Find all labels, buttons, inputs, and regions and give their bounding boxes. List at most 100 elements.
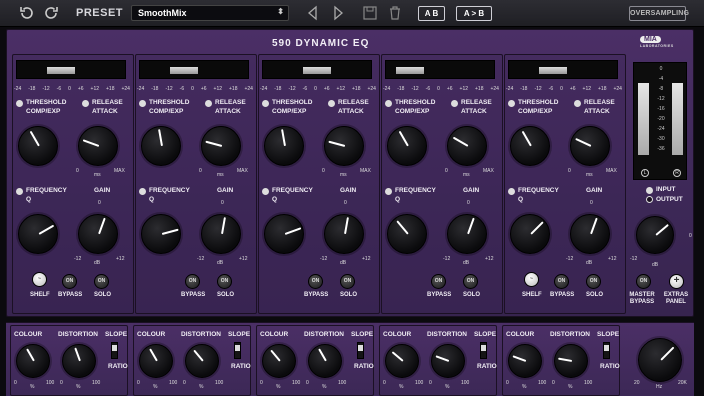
meter-scale-tick: +24	[367, 86, 376, 92]
frequency-knob[interactable]	[387, 214, 427, 254]
ratio-label: RATIO	[600, 363, 620, 370]
bypass-button[interactable]: ON	[554, 274, 569, 289]
hpf-frequency-knob[interactable]	[638, 338, 682, 382]
gain-knob[interactable]	[201, 214, 241, 254]
gain-label: GAIN	[463, 187, 480, 194]
master-bypass-button[interactable]: ON	[636, 274, 651, 289]
distortion-knob[interactable]	[554, 344, 588, 378]
solo-button[interactable]: ON	[217, 274, 232, 289]
meter-scale-tick: +18	[598, 86, 607, 92]
undo-icon[interactable]	[18, 5, 34, 21]
frequency-radio[interactable]	[262, 188, 269, 195]
bypass-button[interactable]: ON	[431, 274, 446, 289]
threshold-knob[interactable]	[387, 126, 427, 166]
frequency-radio[interactable]	[16, 188, 23, 195]
threshold-knob[interactable]	[264, 126, 304, 166]
input-output-knob[interactable]	[636, 216, 674, 254]
input-radio[interactable]	[646, 187, 653, 194]
frequency-knob[interactable]	[18, 214, 58, 254]
threshold-knob[interactable]	[141, 126, 181, 166]
delete-icon[interactable]	[387, 5, 403, 21]
distortion-label: DISTORTION	[58, 331, 98, 338]
slope-switch[interactable]	[234, 342, 241, 359]
gain-knob[interactable]	[447, 214, 487, 254]
frequency-knob[interactable]	[141, 214, 181, 254]
threshold-radio[interactable]	[262, 100, 269, 107]
band-meter	[16, 60, 126, 79]
distortion-knob[interactable]	[431, 344, 465, 378]
gain-knob[interactable]	[78, 214, 118, 254]
frequency-radio[interactable]	[139, 188, 146, 195]
meter-scale-tick: +12	[336, 86, 346, 92]
save-icon[interactable]	[362, 5, 378, 21]
colour-knob[interactable]	[385, 344, 419, 378]
frequency-radio[interactable]	[385, 188, 392, 195]
meter-scale-tick: +12	[459, 86, 469, 92]
preset-dropdown[interactable]: SmoothMix ⬍	[131, 5, 289, 21]
threshold-knob[interactable]	[18, 126, 58, 166]
meter-bar-right	[672, 83, 683, 155]
shelf-button[interactable]: ~	[32, 272, 47, 287]
release-radio[interactable]	[205, 100, 212, 107]
frequency-knob[interactable]	[510, 214, 550, 254]
next-preset-icon[interactable]	[330, 5, 346, 21]
meter-scale-tick: -18	[274, 86, 282, 92]
gain-max-label: +12	[608, 256, 617, 262]
meter-scale-tick: +18	[352, 86, 361, 92]
previous-preset-icon[interactable]	[305, 5, 321, 21]
colour-knob[interactable]	[508, 344, 542, 378]
gain-db-label: dB	[340, 260, 347, 266]
colour-knob[interactable]	[262, 344, 296, 378]
release-radio[interactable]	[328, 100, 335, 107]
release-knob[interactable]	[570, 126, 610, 166]
distortion-knob[interactable]	[308, 344, 342, 378]
frequency-radio[interactable]	[508, 188, 515, 195]
distortion-knob[interactable]	[185, 344, 219, 378]
colour-min: 0	[14, 380, 17, 386]
threshold-knob[interactable]	[510, 126, 550, 166]
release-knob[interactable]	[324, 126, 364, 166]
release-radio[interactable]	[82, 100, 89, 107]
output-radio[interactable]	[646, 196, 653, 203]
bypass-button[interactable]: ON	[185, 274, 200, 289]
release-radio[interactable]	[574, 100, 581, 107]
gain-knob[interactable]	[570, 214, 610, 254]
release-radio[interactable]	[451, 100, 458, 107]
meter-bar-left	[638, 83, 649, 155]
attack-label: ATTACK	[338, 108, 364, 115]
slope-switch[interactable]	[603, 342, 610, 359]
colour-knob[interactable]	[139, 344, 173, 378]
slope-switch[interactable]	[357, 342, 364, 359]
threshold-radio[interactable]	[385, 100, 392, 107]
meter-scale-tick: -18	[151, 86, 159, 92]
gain-max-label: +12	[116, 256, 125, 262]
slope-switch[interactable]	[111, 342, 118, 359]
solo-button[interactable]: ON	[586, 274, 601, 289]
oversampling-button[interactable]: OVERSAMPLING	[629, 6, 689, 21]
extras-panel-button[interactable]: +	[669, 274, 684, 289]
big-meter-tick: -12	[657, 96, 665, 102]
colour-knob[interactable]	[16, 344, 50, 378]
a-to-b-button[interactable]: A > B	[456, 6, 492, 21]
gain-knob[interactable]	[324, 214, 364, 254]
threshold-radio[interactable]	[16, 100, 23, 107]
bypass-button[interactable]: ON	[62, 274, 77, 289]
release-knob[interactable]	[201, 126, 241, 166]
redo-icon[interactable]	[44, 5, 60, 21]
frequency-knob[interactable]	[264, 214, 304, 254]
solo-button[interactable]: ON	[340, 274, 355, 289]
release-knob[interactable]	[447, 126, 487, 166]
solo-button[interactable]: ON	[94, 274, 109, 289]
ab-button[interactable]: A B	[418, 6, 445, 21]
bypass-label: BYPASS	[58, 292, 83, 298]
distortion-knob[interactable]	[62, 344, 96, 378]
solo-label: SOLO	[217, 292, 235, 298]
shelf-button[interactable]: ~	[524, 272, 539, 287]
meter-scale-tick: +18	[475, 86, 484, 92]
slope-switch[interactable]	[480, 342, 487, 359]
threshold-radio[interactable]	[508, 100, 515, 107]
bypass-button[interactable]: ON	[308, 274, 323, 289]
threshold-radio[interactable]	[139, 100, 146, 107]
solo-button[interactable]: ON	[463, 274, 478, 289]
release-knob[interactable]	[78, 126, 118, 166]
